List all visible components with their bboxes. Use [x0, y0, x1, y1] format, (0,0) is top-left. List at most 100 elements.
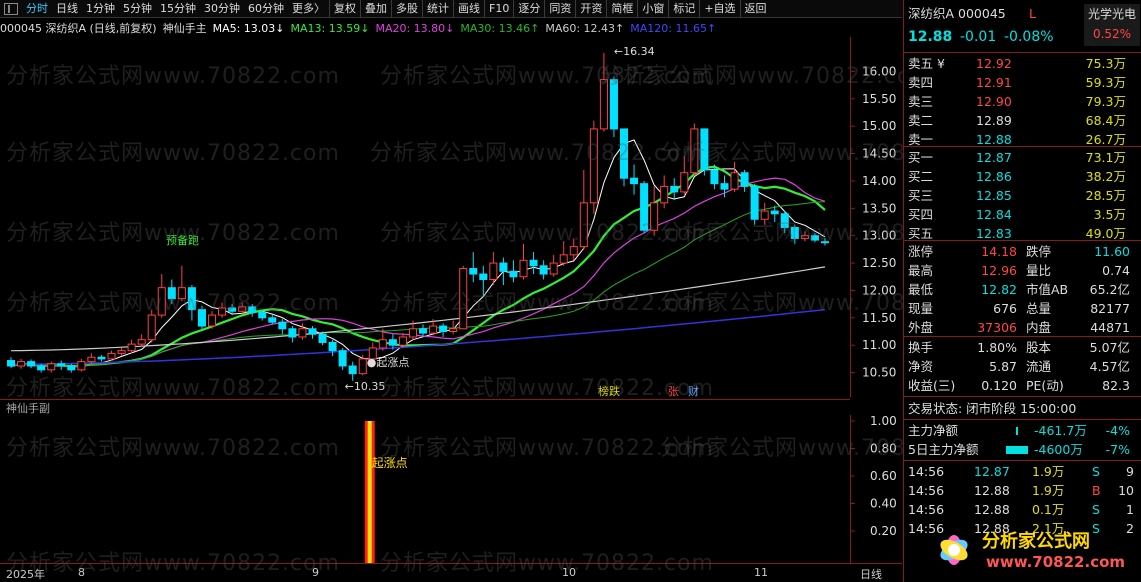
candle-body [218, 307, 227, 316]
chart-info-bar: 000045 深纺织A (日线,前复权) 神仙手主 MA5: 13.03↓ MA… [0, 19, 850, 37]
x-label-5: 日线 [860, 568, 882, 581]
candlestick-chart[interactable]: 16.00 15.50 15.00 14.50 14.00 13.50 13.00 12.50… [0, 37, 902, 397]
site-logo: 分析家公式网 www.70822.com [940, 530, 1125, 571]
candle-body [690, 128, 699, 174]
toolbar-20[interactable]: +自选 [699, 0, 739, 18]
logo-url: www.70822.com [986, 553, 1125, 571]
stat-row-1-cell: 0.74 [1102, 263, 1130, 278]
candle-body [599, 79, 608, 130]
main-flow5-row-cell: -7% [1105, 442, 1130, 457]
quote-panel: 深纺织A 000045 L 光学光电 0.52% 12.88 -0.01 -0.08% 卖五 … [903, 0, 1141, 582]
candle-body [47, 363, 56, 371]
y-tick-6: 13.00 [862, 229, 896, 243]
ma5-label: MA5: 13.03↓ [212, 21, 285, 35]
candle-body [17, 361, 26, 367]
toolbar-5[interactable]: 30分钟 [200, 0, 244, 18]
candle-body [308, 328, 317, 335]
candle-body [378, 339, 387, 349]
toolbar-3[interactable]: 5分钟 [119, 0, 156, 18]
indicator-dropdown[interactable]: 神仙手主 [163, 20, 207, 36]
signal-bar-core [367, 421, 372, 563]
candle-body [489, 262, 498, 280]
stat-row-1-cell: 12.96 [981, 263, 1017, 278]
ask-row-0-cell: 75.3万 [1085, 56, 1126, 71]
toolbar-16[interactable]: 开资 [575, 0, 606, 18]
candle-body [589, 128, 598, 204]
candle-body [288, 328, 297, 338]
candle-body [529, 259, 538, 267]
bang-label: 榜跌 [598, 384, 620, 397]
toolbar-7[interactable]: 更多〉 [288, 0, 329, 18]
ask-row-1-cell: 59.3万 [1085, 75, 1126, 90]
bid-row-3-cell: 3.5万 [1093, 207, 1126, 222]
trade-status: 交易状态: 闭市阶段 15:00:00 [904, 399, 1141, 418]
stat-row-4-cell: 37306 [977, 320, 1017, 335]
stat-row-3-cell: 总量 [1026, 301, 1052, 316]
toolbar-9[interactable]: 叠加 [360, 0, 391, 18]
stat-row-0-cell: 11.60 [1094, 244, 1130, 259]
stat-row-3-cell: 现量 [908, 301, 934, 316]
stat-row-1-cell: 量比 [1026, 263, 1052, 278]
panel-toggle-icon[interactable] [4, 2, 18, 15]
ask-row-1: 卖四 12.91 59.3万 [904, 73, 1141, 92]
divider [904, 419, 1141, 420]
toolbar-17[interactable]: 简框 [606, 0, 637, 18]
candle-body [177, 287, 186, 300]
tick-row-0: 14:56 12.87 1.9万 S 9 [904, 462, 1141, 481]
sub-tick-4: 0.20 [870, 524, 897, 538]
toolbar-19[interactable]: 标记 [668, 0, 699, 18]
stat-row-3-cell: 82177 [1090, 301, 1130, 316]
stat-row-2: 最低 12.82 市值AB 65.2亿 [904, 280, 1141, 299]
flow5-bar [1006, 446, 1028, 454]
stat2-row-1: 净资 5.87 流通 4.57亿 [904, 357, 1141, 376]
toolbar-2[interactable]: 1分钟 [82, 0, 119, 18]
quote-price-cell: 12.88 [908, 29, 953, 45]
candle-body [248, 306, 257, 313]
ask-row-3-cell: 12.89 [976, 113, 1012, 128]
stat-row-2-cell: 市值AB [1026, 282, 1069, 297]
candle-body [77, 361, 86, 371]
quote-price-cell: -0.01 [960, 29, 997, 45]
toolbar-21[interactable]: 返回 [739, 0, 771, 18]
ask-row-2: 卖三 12.90 79.3万 [904, 92, 1141, 111]
bid-row-0-cell: 买一 [908, 150, 934, 165]
ask-row-0: 卖五 ¥ 12.92 75.3万 [904, 54, 1141, 73]
toolbar-1[interactable]: 日线 [52, 0, 82, 18]
toolbar-6[interactable]: 60分钟 [244, 0, 288, 18]
low-label: ←10.35 [345, 380, 386, 393]
candle-body [619, 128, 629, 179]
candle-body [539, 265, 548, 275]
toolbar-0[interactable]: 分时 [22, 0, 52, 18]
ma120-line [10, 308, 826, 366]
stat2-row-0-cell: 5.07亿 [1089, 340, 1130, 355]
toolbar-15[interactable]: 同资 [544, 0, 575, 18]
bid-row-2: 买三 12.85 28.5万 [904, 186, 1141, 205]
toolbar-18[interactable]: 小窗 [637, 0, 668, 18]
toolbar-11[interactable]: 统计 [422, 0, 453, 18]
candle-body [820, 241, 829, 244]
toolbar-10[interactable]: 多股 [391, 0, 422, 18]
toolbar-8[interactable]: 复权 [329, 0, 360, 18]
y-tick-8: 12.00 [862, 283, 896, 297]
stat2-row-0: 换手 1.80% 股本 5.07亿 [904, 338, 1141, 357]
tick-row-2-cell: 0.1万 [1032, 502, 1065, 517]
candle-body [549, 262, 558, 275]
toolbar-14[interactable]: 逐分 [513, 0, 544, 18]
tick-row-1-cell: B [1092, 483, 1101, 498]
stat-row-0: 涨停 14.18 跌停 11.60 [904, 242, 1141, 261]
sub-indicator-label[interactable]: 神仙手副 [6, 400, 50, 416]
toolbar-13[interactable]: F10 [484, 0, 513, 18]
divider [904, 146, 1141, 147]
ask-row-1-cell: 卖四 [908, 75, 934, 90]
sub-tick-1: 0.80 [870, 442, 897, 456]
ask-row-2-cell: 卖三 [908, 94, 934, 109]
ask-row-0-cell: 12.92 [976, 56, 1012, 71]
ask-row-2-cell: 79.3万 [1085, 94, 1126, 109]
toolbar-4[interactable]: 15分钟 [156, 0, 200, 18]
candle-body [449, 328, 458, 333]
toolbar-12[interactable]: 画线 [453, 0, 484, 18]
sub-indicator-chart[interactable]: 1.00 0.80 0.60 0.40 0.20 起涨点 [0, 415, 902, 563]
flow-bar [1016, 427, 1018, 435]
candle-body [459, 268, 468, 330]
x-label-1: 8 [78, 566, 85, 579]
